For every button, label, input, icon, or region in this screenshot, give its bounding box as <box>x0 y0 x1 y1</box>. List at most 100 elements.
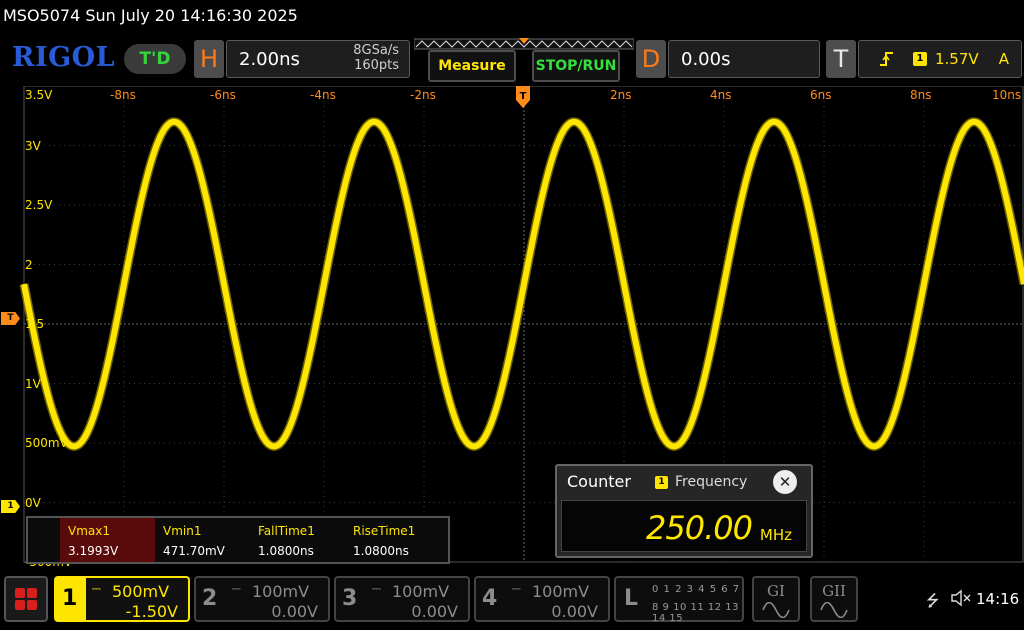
channel-scale: 100mV <box>392 582 450 601</box>
meas-vmax[interactable]: Vmax1 3.1993V <box>60 518 155 562</box>
meas-falltime[interactable]: FallTime1 1.0800ns <box>250 518 345 562</box>
counter-type: Frequency <box>675 474 748 490</box>
channel-scale: 100mV <box>252 582 310 601</box>
counter-channel-badge: 1 <box>655 476 668 489</box>
logic-channels-row1: 0 1 2 3 4 5 6 7 <box>652 584 741 595</box>
timebase-value: 2.00ns <box>239 49 300 70</box>
device-datetime: MSO5074 Sun July 20 14:16:30 2025 <box>3 6 298 25</box>
channel-number: 2 <box>202 586 218 611</box>
channel-number: 3 <box>342 586 358 611</box>
logic-analyzer-box[interactable]: L 0 1 2 3 4 5 6 7 8 9 10 11 12 13 14 15 <box>614 576 744 624</box>
time-tick-label: 8ns <box>910 88 932 102</box>
trigger-source-badge: 1 <box>913 52 927 66</box>
memory-depth: 160pts <box>354 58 399 73</box>
td-badge[interactable]: T'D <box>124 44 186 74</box>
meas-name: Vmax1 <box>68 524 110 538</box>
meas-name: RiseTime1 <box>353 524 416 538</box>
channel-4-box[interactable]: 4 ⎓ 100mV 0.00V <box>474 576 610 622</box>
usb-icon: ⭍ <box>926 591 940 610</box>
sine-wave-icon <box>762 602 790 618</box>
time-tick-label: 10ns <box>992 88 1022 102</box>
channel-offset: 0.00V <box>551 602 598 621</box>
clock-time: 14:16 <box>976 590 1020 608</box>
voltage-tick-label: 1V <box>25 376 41 391</box>
channel-scale: 100mV <box>532 582 590 601</box>
generator-1-button[interactable]: GI <box>752 576 800 622</box>
logic-label: L <box>624 586 639 611</box>
dc-coupling-icon: ⎓ <box>372 582 381 595</box>
stop-run-button[interactable]: STOP/RUN <box>532 50 620 82</box>
time-tick-label: 2ns <box>610 88 632 102</box>
channel-offset: 0.00V <box>271 602 318 621</box>
dc-coupling-icon: ⎓ <box>92 582 101 595</box>
logic-channels-row2: 8 9 10 11 12 13 14 15 <box>652 602 740 624</box>
trigger-position-strip <box>414 38 634 50</box>
time-tick-label: -2ns <box>410 88 436 102</box>
time-tick-label: -8ns <box>110 88 136 102</box>
meas-value: 471.70mV <box>163 544 225 558</box>
rigol-logo: RIGOL <box>12 42 116 73</box>
counter-window[interactable]: Counter 1 Frequency ✕ 250.00 MHz <box>555 464 813 558</box>
time-tick-label: 6ns <box>810 88 832 102</box>
ch1-waveform <box>19 117 1024 451</box>
title-line: MSO5074 Sun July 20 14:16:30 2025 <box>0 0 1024 34</box>
meas-value: 1.0800ns <box>353 544 409 558</box>
horizontal-label[interactable]: H <box>194 40 224 78</box>
sine-wave-icon <box>820 602 848 618</box>
trigger-panel[interactable]: 1 1.57V A <box>858 40 1022 78</box>
top-bar: RIGOL T'D H 2.00ns 8GSa/s 160pts Measure… <box>0 34 1024 86</box>
channel-offset: -1.50V <box>125 602 178 621</box>
voltage-tick-label: 1.5 <box>25 317 45 331</box>
channel-scale: 500mV <box>112 582 170 601</box>
dc-coupling-icon: ⎓ <box>512 582 521 595</box>
delay-panel[interactable]: 0.00s <box>668 40 820 78</box>
waveform-screen[interactable]: -8ns -6ns -4ns -2ns 2ns 4ns 6ns 8ns 10ns 3.5V 3V 2… <box>0 86 1024 569</box>
rising-edge-icon <box>880 52 893 66</box>
time-tick-label: -4ns <box>310 88 336 102</box>
delay-value: 0.00s <box>681 49 731 70</box>
ch1-trace <box>21 118 1024 450</box>
voltage-tick-label: 2 <box>25 257 33 272</box>
channel-offset: 0.00V <box>411 602 458 621</box>
delay-label[interactable]: D <box>636 40 666 78</box>
meas-risetime[interactable]: RiseTime1 1.0800ns <box>345 518 440 562</box>
voltage-tick-label: 3.5V <box>25 88 53 102</box>
time-tick-label: 4ns <box>710 88 732 102</box>
grid-menu-icon <box>15 588 37 610</box>
measurement-table[interactable]: Vmax1 3.1993V Vmin1 471.70mV FallTime1 1… <box>26 516 450 564</box>
trigger-position-marker[interactable]: T <box>516 86 530 108</box>
close-icon[interactable]: ✕ <box>773 470 797 494</box>
voltage-tick-label: 3V <box>25 138 41 153</box>
sample-rate: 8GSa/s <box>353 43 399 58</box>
counter-unit: MHz <box>759 526 792 544</box>
channel-3-box[interactable]: 3 ⎓ 100mV 0.00V <box>334 576 470 622</box>
meas-value: 1.0800ns <box>258 544 314 558</box>
counter-title: Counter <box>567 472 631 491</box>
counter-display: 250.00 MHz <box>561 500 807 552</box>
generator-2-label: GII <box>822 582 846 600</box>
sample-info: 8GSa/s 160pts <box>353 43 399 73</box>
channel-2-box[interactable]: 2 ⎓ 100mV 0.00V <box>194 576 330 622</box>
channel-1-box[interactable]: 1 ⎓ 500mV -1.50V <box>54 576 190 622</box>
measure-button[interactable]: Measure <box>428 50 516 82</box>
meas-vmin[interactable]: Vmin1 471.70mV <box>155 518 250 562</box>
counter-value: 250.00 <box>646 509 753 547</box>
channel-number: 4 <box>482 586 498 611</box>
generator-1-label: GI <box>767 582 785 600</box>
generator-2-button[interactable]: GII <box>810 576 858 622</box>
trigger-mode: A <box>998 50 1009 68</box>
time-tick-label: -6ns <box>210 88 236 102</box>
meas-value: 3.1993V <box>68 544 119 558</box>
channel-number: 1 <box>62 586 78 611</box>
sound-muted-icon[interactable] <box>950 589 972 611</box>
voltage-tick-label: 0V <box>25 495 41 510</box>
trigger-label[interactable]: T <box>826 40 856 78</box>
bottom-bar: 1 ⎓ 500mV -1.50V 2 ⎓ 100mV 0.00V 3 ⎓ 100… <box>0 568 1024 630</box>
home-menu-button[interactable] <box>4 576 48 622</box>
voltage-tick-label: 500mV <box>25 436 68 450</box>
trigger-level: 1.57V <box>935 50 979 68</box>
meas-name: Vmin1 <box>163 524 202 538</box>
voltage-tick-label: 2.5V <box>25 198 53 212</box>
meas-name: FallTime1 <box>258 524 315 538</box>
horizontal-panel[interactable]: 2.00ns 8GSa/s 160pts <box>226 40 410 78</box>
